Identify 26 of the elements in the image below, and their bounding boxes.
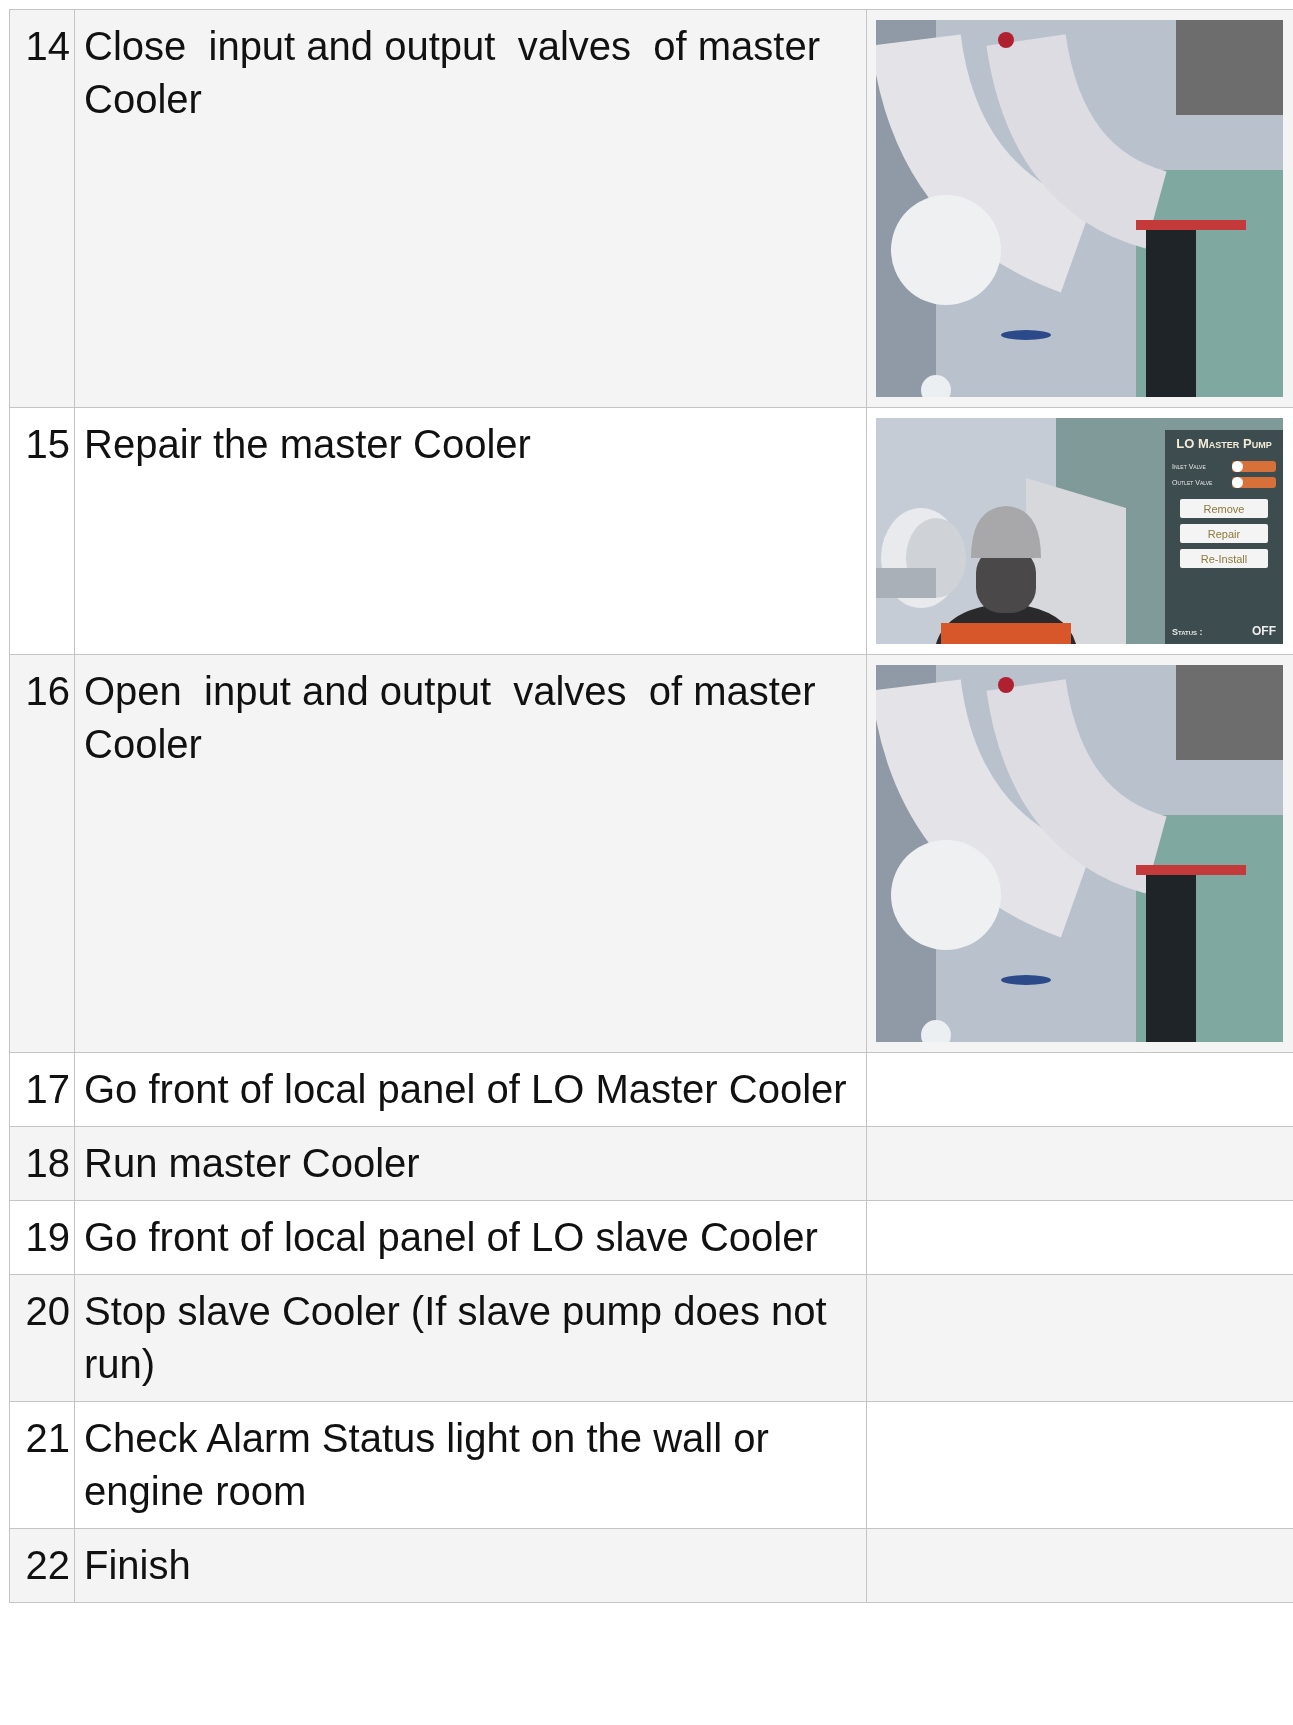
step-number: 22 bbox=[10, 1529, 75, 1602]
step-number: 17 bbox=[10, 1053, 75, 1126]
step-text: Finish bbox=[75, 1529, 867, 1602]
panel-button[interactable]: Repair bbox=[1180, 524, 1268, 543]
step-number: 14 bbox=[10, 10, 75, 407]
step-text: Repair the master Cooler bbox=[75, 408, 867, 654]
step-text: Go front of local panel of LO slave Cooler bbox=[75, 1201, 867, 1274]
step-text: Open input and output valves of master Cooler bbox=[75, 655, 867, 1052]
status-label: Status : bbox=[1172, 627, 1203, 637]
step-text: Close input and output valves of master Cooler bbox=[75, 10, 867, 407]
step-text: Stop slave Cooler (If slave pump does not run) bbox=[75, 1275, 867, 1401]
step-number: 16 bbox=[10, 655, 75, 1052]
step-text: Check Alarm Status light on the wall or engine room bbox=[75, 1402, 867, 1528]
toggle-switch[interactable] bbox=[1232, 461, 1276, 472]
step-text: Run master Cooler bbox=[75, 1127, 867, 1200]
step-number: 18 bbox=[10, 1127, 75, 1200]
status-value: OFF bbox=[1252, 624, 1276, 638]
step-number: 15 bbox=[10, 408, 75, 654]
panel-title: LO Master Pump bbox=[1176, 436, 1272, 451]
step-number: 21 bbox=[10, 1402, 75, 1528]
step-number: 20 bbox=[10, 1275, 75, 1401]
step-number: 19 bbox=[10, 1201, 75, 1274]
panel-button[interactable]: Re-Install bbox=[1180, 549, 1268, 568]
panel-button[interactable]: Remove bbox=[1180, 499, 1268, 518]
toggle-switch[interactable] bbox=[1232, 477, 1276, 488]
step-text: Go front of local panel of LO Master Cooler bbox=[75, 1053, 867, 1126]
